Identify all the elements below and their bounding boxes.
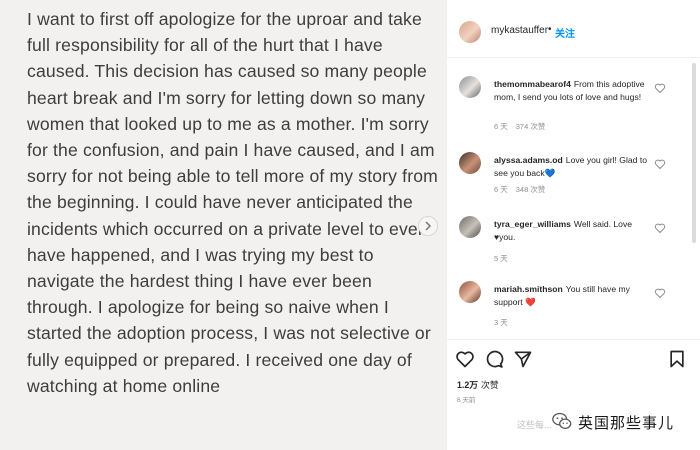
post-image: I want to first off apologize for the up… (0, 0, 446, 450)
comment-age: 6 天 (494, 185, 508, 194)
avatar[interactable] (459, 76, 481, 98)
comment-likes[interactable]: 348 次赞 (516, 185, 546, 194)
instagram-post: I want to first off apologize for the up… (0, 0, 700, 450)
share-icon[interactable] (513, 349, 533, 369)
comment-meta: 3 天 (494, 317, 516, 328)
post-text: I want to first off apologize for the up… (27, 9, 438, 396)
comment-icon[interactable] (484, 349, 504, 369)
post-actions: 1.2万 次赞 6 天前 这些每... 英国那些事儿 (447, 339, 700, 450)
comment-body-end: you. (499, 232, 516, 242)
comment-text: alyssa.adams.od Love you girl! Glad to se… (494, 154, 654, 180)
comment-meta: 6 天 348 次赞 (494, 184, 553, 195)
comment-username[interactable]: mariah.smithson (494, 284, 563, 294)
comment-username[interactable]: alyssa.adams.od (494, 155, 563, 165)
comments-list: themommabearof4 From this adoptive mom, I… (447, 59, 689, 339)
comments-scrollbar[interactable] (692, 63, 696, 243)
heart-icon[interactable] (654, 82, 666, 94)
likes-number: 1.2万 (457, 380, 479, 390)
comment-body: Well said. Love (573, 219, 633, 229)
watermark-text: 英国那些事儿 (578, 415, 675, 432)
heart-icon[interactable] (654, 287, 666, 299)
blue-heart-emoji: 💙 (544, 168, 556, 178)
chevron-right-icon (425, 221, 432, 231)
comment-age: 5 天 (494, 254, 508, 263)
comment-username[interactable]: themommabearof4 (494, 79, 571, 89)
heart-icon[interactable] (654, 158, 666, 170)
heart-icon[interactable] (455, 349, 475, 369)
avatar[interactable] (459, 152, 481, 174)
likes-count[interactable]: 1.2万 次赞 (457, 378, 499, 391)
post-time: 6 天前 (457, 397, 476, 404)
red-heart-emoji: ❤️ (525, 297, 536, 307)
next-image-button[interactable] (418, 216, 438, 236)
heart-icon[interactable] (654, 222, 666, 234)
comment-likes[interactable]: 374 次赞 (516, 122, 546, 131)
comment-text: tyra_eger_williams Well said. Love ♥you. (494, 218, 654, 244)
avatar[interactable] (459, 216, 481, 238)
wechat-icon (552, 412, 572, 429)
follow-button[interactable]: 关注 (555, 25, 575, 40)
avatar[interactable] (459, 21, 481, 43)
comment-age: 6 天 (494, 122, 508, 131)
avatar[interactable] (459, 281, 481, 303)
post-sidebar: mykastauffer • 关注 themommabearof4 From th… (446, 0, 700, 450)
separator-dot: • (548, 24, 552, 35)
comment-username[interactable]: tyra_eger_williams (494, 219, 571, 229)
likes-label: 次赞 (481, 380, 499, 390)
comment-text: mariah.smithson You still have my support… (494, 283, 654, 309)
author-username[interactable]: mykastauffer (491, 25, 548, 36)
bookmark-icon[interactable] (667, 349, 687, 369)
comment-text: themommabearof4 From this adoptive mom, I… (494, 78, 654, 104)
post-header: mykastauffer • 关注 (447, 0, 700, 58)
comment-age: 3 天 (494, 318, 508, 327)
watermark-faint: 这些每... (517, 420, 552, 430)
comment-meta: 6 天 374 次赞 (494, 121, 553, 132)
comment-meta: 5 天 (494, 253, 516, 264)
